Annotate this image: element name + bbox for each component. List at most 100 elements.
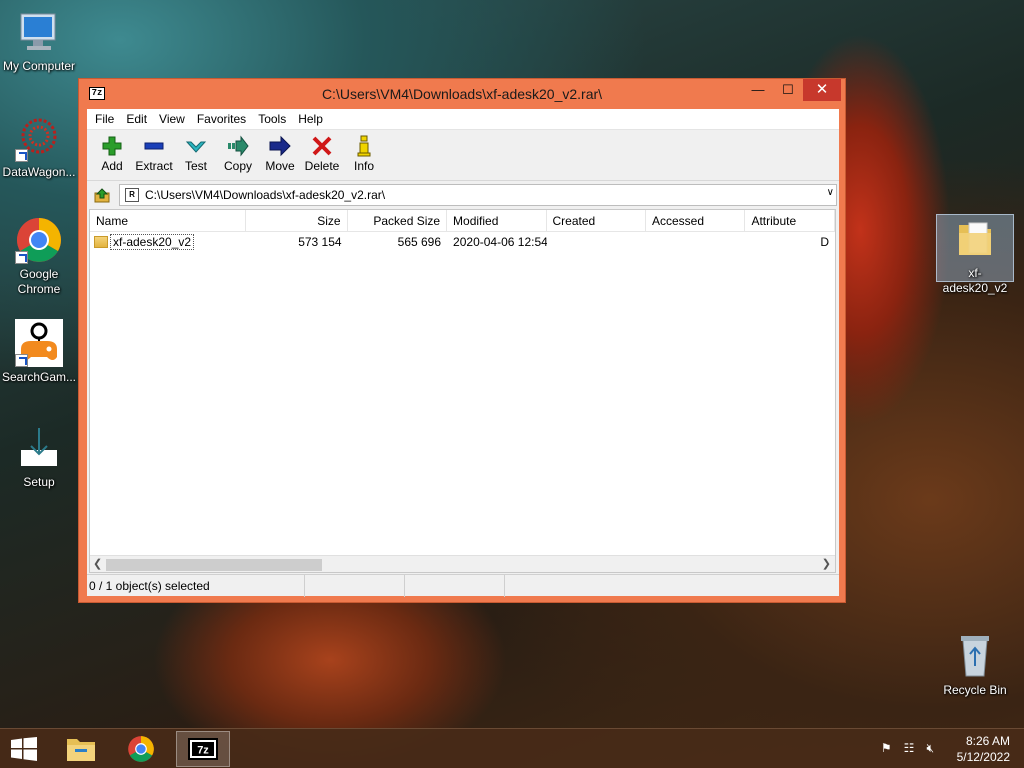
copy-arrow-icon [228, 135, 249, 157]
taskbar-7zip[interactable]: 7z [176, 731, 230, 767]
info-label: Info [353, 159, 374, 173]
desktop-icon-label: My Computer [2, 59, 76, 73]
delete-button[interactable]: Delete [301, 130, 343, 180]
taskbar-file-explorer[interactable] [54, 731, 108, 767]
file-list[interactable]: Name Size Packed Size Modified Created A… [89, 209, 836, 573]
chrome-icon [15, 216, 63, 264]
shortcut-arrow-icon [15, 354, 28, 367]
move-arrow-icon [269, 135, 291, 157]
horizontal-scrollbar[interactable]: ❮ ❯ [90, 555, 835, 572]
recycle-bin-icon [951, 632, 999, 680]
window-titlebar[interactable]: 7z C:\Users\VM4\Downloads\xf-adesk20_v2.… [79, 79, 845, 109]
address-bar: R C:\Users\VM4\Downloads\xf-adesk20_v2.r… [87, 181, 839, 208]
menu-bar: File Edit View Favorites Tools Help [87, 109, 839, 130]
info-icon [357, 135, 371, 157]
window-client-area: File Edit View Favorites Tools Help Add … [87, 109, 839, 597]
minus-icon [144, 142, 164, 150]
system-tray: ⚑ ☷ 🔇︎ [881, 741, 934, 756]
menu-view[interactable]: View [153, 112, 191, 126]
move-button[interactable]: Move [259, 130, 301, 180]
menu-favorites[interactable]: Favorites [191, 112, 252, 126]
row-modified: 2020-04-06 12:54 [453, 235, 547, 249]
window-title: C:\Users\VM4\Downloads\xf-adesk20_v2.rar… [321, 86, 603, 102]
column-accessed[interactable]: Accessed [646, 210, 746, 231]
copy-button[interactable]: Copy [217, 130, 259, 180]
menu-file[interactable]: File [89, 112, 120, 126]
file-explorer-icon [67, 739, 95, 761]
column-attributes[interactable]: Attribute [745, 210, 835, 231]
add-label: Add [101, 159, 123, 173]
clock-date: 5/12/2022 [956, 750, 1010, 764]
desktop-icon-label: SearchGam... [1, 370, 77, 384]
maximize-button[interactable]: ☐ [773, 79, 803, 101]
test-button[interactable]: Test [175, 130, 217, 180]
datawagon-icon [15, 114, 63, 162]
delete-x-icon [312, 136, 332, 156]
status-bar: 0 / 1 object(s) selected [87, 574, 839, 597]
menu-edit[interactable]: Edit [120, 112, 153, 126]
shortcut-arrow-icon [15, 251, 28, 264]
desktop-icon-setup[interactable]: Setup [0, 424, 78, 490]
desktop-icon-xf-adesk20-folder[interactable]: xf-adesk20_v2 [936, 214, 1014, 295]
column-size[interactable]: Size [246, 210, 348, 231]
desktop-icon-recycle-bin[interactable]: Recycle Bin [936, 632, 1014, 698]
up-folder-button[interactable] [91, 185, 113, 205]
scroll-right-icon[interactable]: ❯ [822, 557, 831, 570]
chrome-icon [128, 736, 154, 762]
menu-help[interactable]: Help [292, 112, 329, 126]
up-folder-icon [94, 187, 110, 202]
address-text: C:\Users\VM4\Downloads\xf-adesk20_v2.rar… [145, 187, 386, 202]
add-button[interactable]: Add [91, 130, 133, 180]
move-label: Move [265, 159, 295, 173]
close-button[interactable]: ✕ [803, 79, 841, 101]
column-modified[interactable]: Modified [447, 210, 547, 231]
chevron-down-icon[interactable]: ∨ [827, 187, 834, 198]
volume-muted-icon[interactable]: 🔇︎ [926, 741, 934, 756]
download-install-icon [15, 424, 63, 472]
7zip-window: 7z C:\Users\VM4\Downloads\xf-adesk20_v2.… [78, 78, 846, 603]
action-center-flag-icon[interactable]: ⚑ [881, 741, 892, 756]
extract-button[interactable]: Extract [133, 130, 175, 180]
menu-tools[interactable]: Tools [252, 112, 292, 126]
check-icon [185, 141, 207, 153]
network-icon[interactable]: ☷ [904, 741, 915, 756]
status-panel-2 [305, 575, 405, 597]
desktop-icon-datawagon[interactable]: DataWagon... [0, 114, 78, 180]
folder-icon [951, 215, 999, 263]
archive-icon: R [125, 187, 139, 202]
row-name-cell: xf-adesk20_v2 [90, 234, 246, 250]
windows-logo-icon [11, 737, 37, 761]
gamepad-icon [15, 319, 63, 367]
copy-label: Copy [223, 159, 252, 173]
desktop-icon-google-chrome[interactable]: Google Chrome [0, 216, 78, 297]
computer-icon [15, 8, 63, 56]
desktop-icon-searchgames[interactable]: SearchGam... [0, 319, 78, 385]
row-name: xf-adesk20_v2 [110, 234, 195, 250]
folder-icon [94, 236, 108, 248]
row-packed-size: 565 696 [397, 235, 442, 249]
taskbar: 7z ⚑ ☷ 🔇︎ 8:26 AM 5/12/2022 [0, 728, 1024, 768]
desktop-icon-label: DataWagon... [2, 165, 76, 179]
desktop-icon-label: Setup [23, 475, 55, 489]
info-button[interactable]: Info [343, 130, 385, 180]
address-input[interactable]: R C:\Users\VM4\Downloads\xf-adesk20_v2.r… [119, 183, 837, 206]
shortcut-arrow-icon [15, 149, 28, 162]
row-size: 573 154 [298, 235, 342, 249]
taskbar-google-chrome[interactable] [114, 731, 168, 767]
extract-label: Extract [135, 159, 173, 173]
status-panel-3 [405, 575, 505, 597]
desktop-icon-my-computer[interactable]: My Computer [0, 8, 78, 74]
clock-time: 8:26 AM [965, 734, 1010, 748]
scroll-left-icon[interactable]: ❮ [93, 557, 102, 570]
clock[interactable]: 8:26 AM 5/12/2022 [957, 733, 1010, 765]
status-selection: 0 / 1 object(s) selected [87, 575, 305, 597]
minimize-button[interactable]: — [743, 79, 773, 101]
column-name[interactable]: Name [90, 210, 247, 231]
column-packed-size[interactable]: Packed Size [348, 210, 448, 231]
column-created[interactable]: Created [547, 210, 646, 231]
table-row[interactable]: xf-adesk20_v2 573 154 565 696 2020-04-06… [90, 232, 835, 252]
test-label: Test [184, 159, 207, 173]
start-button[interactable] [10, 737, 38, 761]
scrollbar-thumb[interactable] [106, 559, 322, 571]
7zip-icon: 7z [188, 738, 218, 760]
